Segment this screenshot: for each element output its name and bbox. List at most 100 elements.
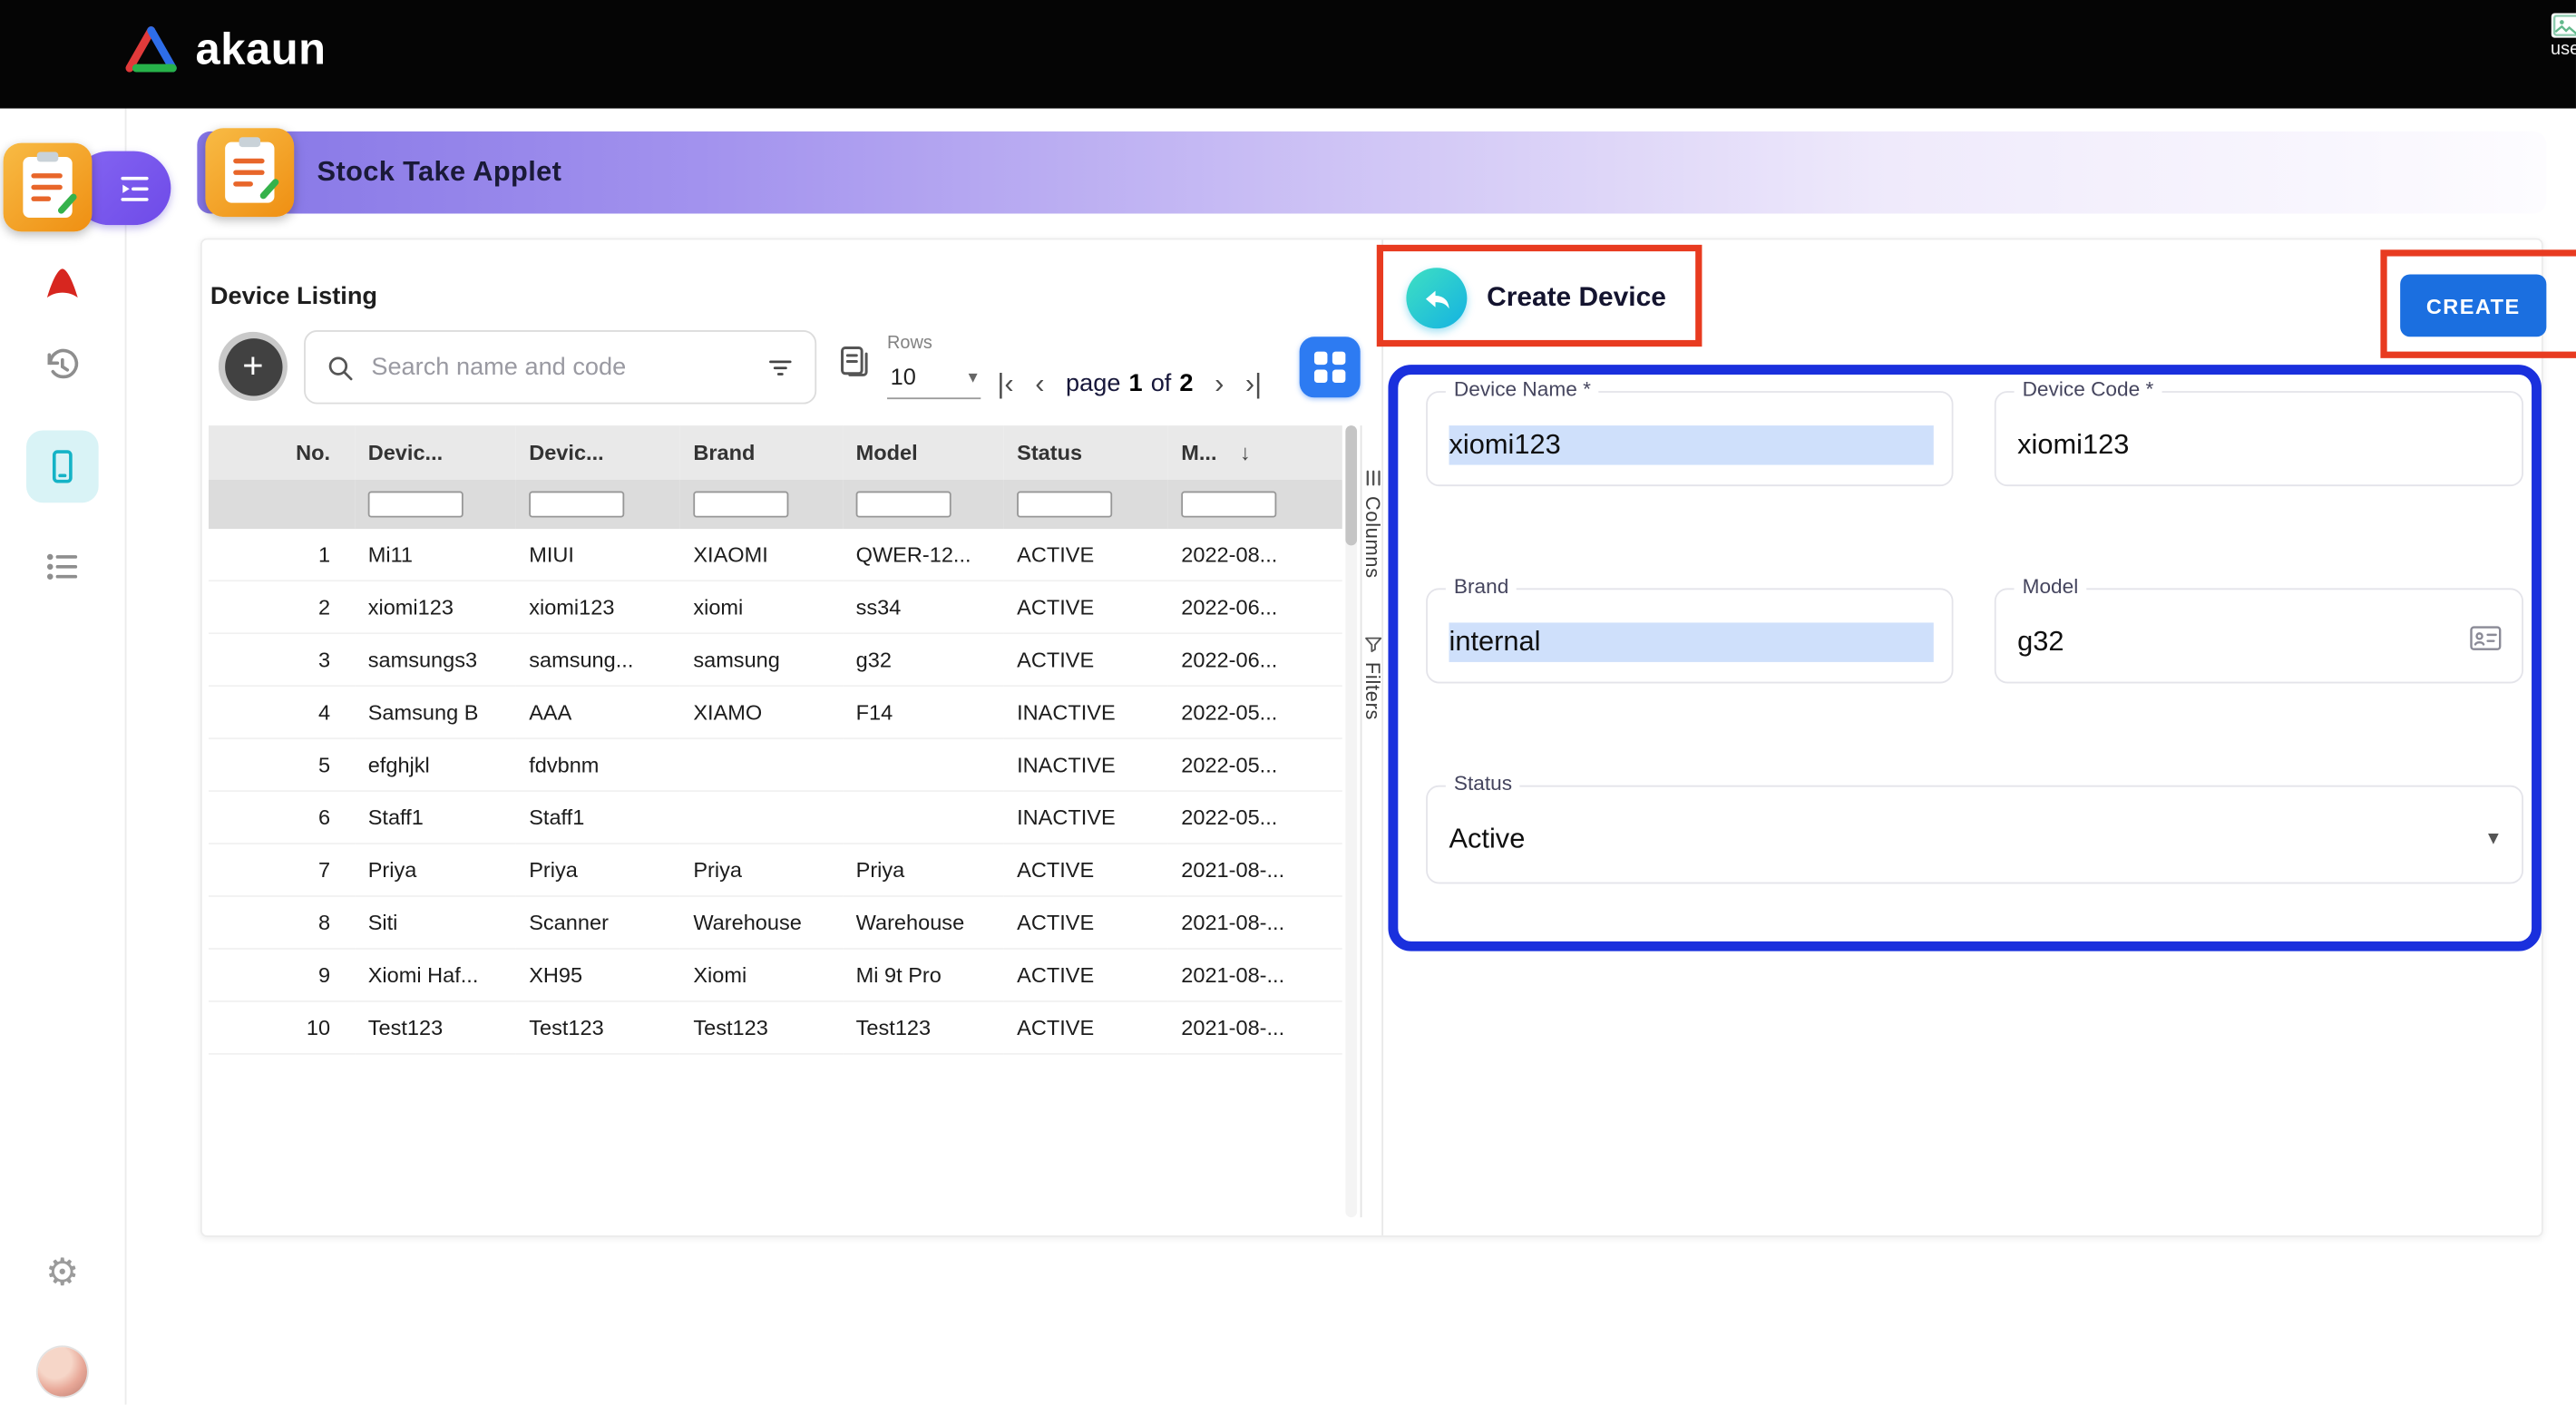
filter-cell-no — [209, 480, 355, 529]
col-device-name[interactable]: Devic... — [355, 425, 515, 480]
cell-status: INACTIVE — [1004, 791, 1168, 844]
device-code-value: xiomi123 — [2017, 429, 2129, 462]
cell-status: ACTIVE — [1004, 896, 1168, 949]
sort-desc-icon[interactable]: ↓ — [1240, 440, 1251, 464]
tab-columns[interactable]: Columns — [1361, 468, 1383, 579]
akaun-logo[interactable]: akaun — [122, 23, 327, 75]
device-code-label: Device Code * — [2015, 378, 2162, 401]
cell-status: ACTIVE — [1004, 1001, 1168, 1054]
cell-status: ACTIVE — [1004, 529, 1168, 581]
stock-take-applet-icon[interactable] — [4, 143, 93, 232]
cell-brand: xiomi — [680, 581, 843, 633]
cell-no: 8 — [209, 896, 355, 949]
cell-code: XH95 — [516, 949, 680, 1001]
table-row[interactable]: 8SitiScannerWarehouseWarehouseACTIVE2021… — [209, 896, 1342, 949]
rows-per-page-select[interactable]: 10 ▾ — [887, 360, 981, 399]
status-label: Status — [1446, 772, 1520, 795]
search-input[interactable] — [368, 352, 753, 383]
pagination: |‹ ‹ page 1 of 2 › ›| — [997, 370, 1262, 398]
filter-input-device-code[interactable] — [529, 492, 624, 518]
contact-card-icon[interactable] — [2469, 624, 2502, 652]
col-device-code[interactable]: Devic... — [516, 425, 680, 480]
cell-model: Test123 — [843, 1001, 1003, 1054]
cell-brand: Xiomi — [680, 949, 843, 1001]
status-field[interactable]: Status Active ▾ — [1426, 785, 2523, 884]
col-status[interactable]: Status — [1004, 425, 1168, 480]
tab-filters-label: Filters — [1361, 662, 1384, 720]
table-row[interactable]: 7PriyaPriyaPriyaPriyaACTIVE2021-08-... — [209, 844, 1342, 896]
brand-field[interactable]: Brand internal — [1426, 588, 1953, 683]
table-row[interactable]: 4Samsung BAAAXIAMOF14INACTIVE2022-05... — [209, 686, 1342, 738]
dropdown-arrow-icon[interactable]: ▾ — [2488, 824, 2499, 851]
last-page-button[interactable]: ›| — [1245, 370, 1262, 398]
filter-input-status[interactable] — [1017, 492, 1112, 518]
cell-brand: samsung — [680, 633, 843, 686]
table-row[interactable]: 6Staff1Staff1INACTIVE2022-05... — [209, 791, 1342, 844]
filter-input-device-name[interactable] — [368, 492, 463, 518]
model-value: g32 — [2017, 626, 2064, 659]
table-scrollbar[interactable] — [1345, 425, 1357, 1217]
table-row[interactable]: 1Mi11MIUIXIAOMIQWER-12...ACTIVE2022-08..… — [209, 529, 1342, 581]
device-name-field[interactable]: Device Name * xiomi123 — [1426, 391, 1953, 486]
create-button[interactable]: CREATE — [2400, 274, 2546, 337]
cell-code: Staff1 — [516, 791, 680, 844]
sidebar-item-pdf[interactable] — [38, 259, 87, 308]
filter-input-brand[interactable] — [693, 492, 788, 518]
cell-status: ACTIVE — [1004, 633, 1168, 686]
col-modified[interactable]: M...↓ — [1168, 425, 1342, 480]
cell-no: 9 — [209, 949, 355, 1001]
add-device-button[interactable]: + — [219, 332, 288, 401]
prev-page-button[interactable]: ‹ — [1035, 370, 1044, 398]
cell-modified: 2021-08-... — [1168, 1001, 1342, 1054]
cell-model: F14 — [843, 686, 1003, 738]
sidebar-item-history[interactable] — [41, 345, 83, 387]
device-name-value: xiomi123 — [1449, 425, 1933, 464]
col-brand[interactable]: Brand — [680, 425, 843, 480]
sidebar-user-avatar[interactable] — [38, 1347, 87, 1396]
back-button[interactable] — [1406, 268, 1467, 328]
device-code-field[interactable]: Device Code * xiomi123 — [1995, 391, 2523, 486]
cell-brand — [680, 791, 843, 844]
rows-label: Rows — [887, 334, 932, 354]
sidebar-item-devices[interactable] — [26, 431, 99, 503]
cell-modified: 2022-06... — [1168, 633, 1342, 686]
filter-input-model[interactable] — [856, 492, 951, 518]
applet-grid-button[interactable] — [1300, 337, 1361, 397]
filter-list-icon[interactable] — [766, 353, 795, 383]
sidebar: ⚙ — [0, 109, 126, 1405]
table-row[interactable]: 2xiomi123xiomi123xiomiss34ACTIVE2022-06.… — [209, 581, 1342, 633]
cell-no: 7 — [209, 844, 355, 896]
cell-no: 1 — [209, 529, 355, 581]
cell-code: Priya — [516, 844, 680, 896]
top-bar: akaun user — [0, 0, 2576, 109]
tab-filters[interactable]: Filters — [1361, 634, 1383, 720]
cell-no: 3 — [209, 633, 355, 686]
rows-per-page-icon — [836, 344, 873, 380]
cell-name: efghjkl — [355, 738, 515, 791]
cell-status: INACTIVE — [1004, 738, 1168, 791]
next-page-button[interactable]: › — [1215, 370, 1224, 398]
table-row[interactable]: 10Test123Test123Test123Test123ACTIVE2021… — [209, 1001, 1342, 1054]
table-row[interactable]: 5efghjklfdvbnmINACTIVE2022-05... — [209, 738, 1342, 791]
sidebar-item-settings[interactable]: ⚙ — [41, 1250, 83, 1293]
table-row[interactable]: 9Xiomi Haf...XH95XiomiMi 9t ProACTIVE202… — [209, 949, 1342, 1001]
status-value: Active — [1449, 823, 1525, 855]
user-avatar-broken[interactable]: user — [2551, 13, 2576, 59]
cell-brand: XIAMO — [680, 686, 843, 738]
cell-name: Staff1 — [355, 791, 515, 844]
cell-model: Priya — [843, 844, 1003, 896]
scrollbar-thumb[interactable] — [1345, 425, 1357, 545]
filter-input-modified[interactable] — [1181, 492, 1276, 518]
list-icon — [43, 547, 82, 586]
history-icon — [43, 346, 82, 385]
cell-brand: Warehouse — [680, 896, 843, 949]
table-row[interactable]: 3samsungs3samsung...samsungg32ACTIVE2022… — [209, 633, 1342, 686]
col-model[interactable]: Model — [843, 425, 1003, 480]
app-banner: Stock Take Applet — [197, 132, 2546, 214]
sidebar-item-list[interactable] — [41, 545, 83, 588]
first-page-button[interactable]: |‹ — [997, 370, 1013, 398]
model-field[interactable]: Model g32 — [1995, 588, 2523, 683]
caret-down-icon: ▾ — [969, 366, 978, 387]
col-no[interactable]: No. — [209, 425, 355, 480]
cell-code: fdvbnm — [516, 738, 680, 791]
